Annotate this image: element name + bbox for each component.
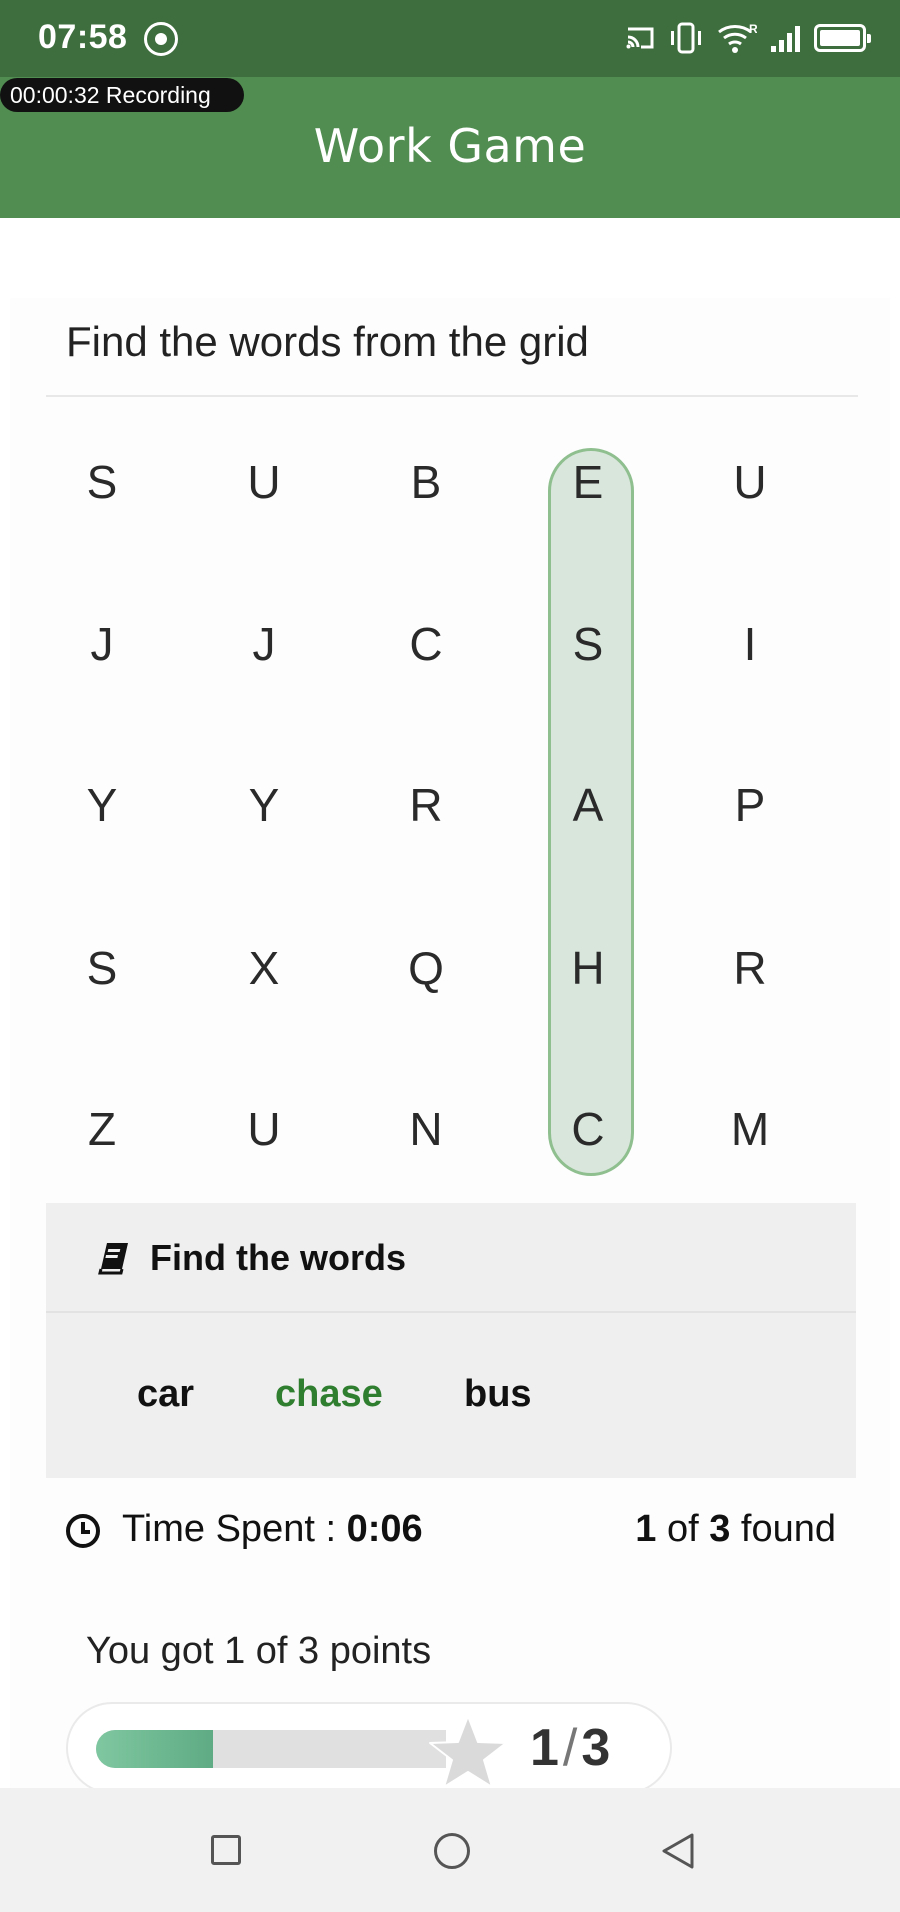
- grid-cell[interactable]: C: [366, 594, 486, 694]
- words-panel: Find the words car chase bus: [46, 1203, 856, 1478]
- grid-cell[interactable]: J: [42, 594, 162, 694]
- navigation-bar: [0, 1788, 900, 1912]
- app-title: Work Game: [313, 119, 587, 173]
- grid-cell[interactable]: R: [366, 755, 486, 855]
- words-panel-header: Find the words: [46, 1203, 856, 1313]
- time-spent-label: Time Spent :: [122, 1508, 347, 1550]
- grid-cell[interactable]: N: [366, 1079, 486, 1179]
- instruction-text: Find the words from the grid: [66, 318, 589, 365]
- found-count-value: 1: [635, 1508, 657, 1550]
- score-progress-fill: [96, 1730, 213, 1768]
- found-count: 1 of 3 found: [635, 1508, 836, 1551]
- score-number: 1/3: [530, 1718, 610, 1778]
- recents-square-icon[interactable]: [211, 1835, 241, 1865]
- grid-cell[interactable]: B: [366, 432, 486, 532]
- grid-cell[interactable]: H: [528, 918, 648, 1018]
- grid-cell[interactable]: U: [204, 432, 324, 532]
- score-current: 1: [530, 1719, 559, 1777]
- grid-cell[interactable]: Y: [42, 755, 162, 855]
- grid-cell[interactable]: U: [204, 1079, 324, 1179]
- word-car: car: [137, 1373, 195, 1415]
- grid-cell[interactable]: A: [528, 755, 648, 855]
- cast-icon: [626, 27, 654, 49]
- grid-cell[interactable]: U: [690, 432, 810, 532]
- grid-cell[interactable]: E: [528, 432, 648, 532]
- vibrate-icon: [671, 22, 701, 54]
- status-icons: R: [625, 20, 871, 56]
- svg-text:R: R: [749, 22, 757, 36]
- time-spent: Time Spent : 0:06: [122, 1508, 423, 1551]
- divider: [46, 395, 858, 397]
- score-total: 3: [581, 1719, 611, 1777]
- score-pill: 1/3: [66, 1702, 672, 1794]
- grid-cell[interactable]: M: [690, 1079, 810, 1179]
- found-count-total: 3: [709, 1508, 731, 1550]
- battery-icon: [814, 24, 871, 52]
- word-bus: bus: [464, 1373, 532, 1415]
- star-icon: [429, 1715, 507, 1788]
- back-triangle-icon[interactable]: [660, 1832, 696, 1870]
- time-spent-value: 0:06: [346, 1508, 423, 1550]
- grid-cell[interactable]: R: [690, 918, 810, 1018]
- found-count-of: of: [656, 1508, 710, 1550]
- grid-cell[interactable]: S: [42, 432, 162, 532]
- book-icon: [98, 1243, 128, 1275]
- grid-cell[interactable]: Q: [366, 918, 486, 1018]
- score-separator: /: [562, 1719, 578, 1777]
- grid-cell[interactable]: P: [690, 755, 810, 855]
- grid-cell[interactable]: Y: [204, 755, 324, 855]
- grid-cell[interactable]: S: [528, 594, 648, 694]
- grid-cell[interactable]: I: [690, 594, 810, 694]
- found-count-label: found: [730, 1508, 836, 1550]
- score-progress-bar: [96, 1730, 446, 1768]
- home-circle-icon[interactable]: [434, 1833, 470, 1869]
- grid-cell[interactable]: J: [204, 594, 324, 694]
- status-bar: 07:58 R: [0, 0, 900, 77]
- signal-icon: [771, 24, 800, 52]
- grid-cell[interactable]: Z: [42, 1079, 162, 1179]
- status-time: 07:58: [38, 18, 128, 56]
- points-text: You got 1 of 3 points: [86, 1630, 432, 1672]
- words-panel-title: Find the words: [150, 1237, 406, 1278]
- recording-badge: 00:00:32 Recording: [0, 78, 244, 112]
- wifi-icon: R: [718, 22, 757, 53]
- grid-cell[interactable]: S: [42, 918, 162, 1018]
- record-indicator-icon: [144, 22, 178, 56]
- grid-cell[interactable]: X: [204, 918, 324, 1018]
- clock-icon: [66, 1514, 100, 1548]
- word-chase: chase: [275, 1373, 383, 1415]
- grid-cell[interactable]: C: [528, 1079, 648, 1179]
